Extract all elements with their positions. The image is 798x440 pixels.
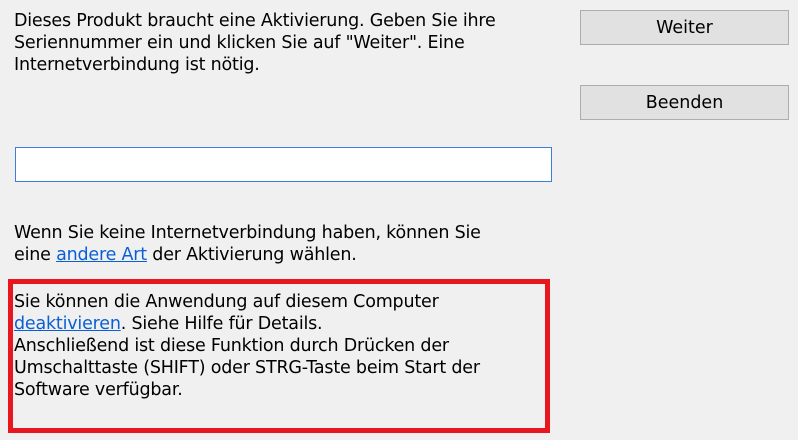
intro-line-1: Dieses Produkt braucht eine Aktivierung.… xyxy=(14,11,496,31)
serial-number-input[interactable] xyxy=(15,147,552,182)
offline-line-2: eine andere Art der Aktivierung wählen. xyxy=(14,244,481,266)
intro-line-2: Seriennummer ein und klicken Sie auf "We… xyxy=(14,33,465,53)
other-activation-method-link[interactable]: andere Art xyxy=(56,245,147,265)
intro-text: Dieses Produkt braucht eine Aktivierung.… xyxy=(14,10,496,76)
highlight-box xyxy=(8,279,550,433)
offline-line-1: Wenn Sie keine Internetverbindung haben,… xyxy=(14,223,481,243)
offline-text: Wenn Sie keine Internetverbindung haben,… xyxy=(14,222,481,266)
offline-line-2-suffix: der Aktivierung wählen. xyxy=(146,245,357,265)
activation-dialog: Dieses Produkt braucht eine Aktivierung.… xyxy=(0,0,798,440)
intro-line-3: Internetverbindung ist nötig. xyxy=(14,55,260,75)
next-button[interactable]: Weiter xyxy=(580,10,789,45)
offline-line-2-prefix: eine xyxy=(14,245,57,265)
quit-button[interactable]: Beenden xyxy=(580,85,789,120)
